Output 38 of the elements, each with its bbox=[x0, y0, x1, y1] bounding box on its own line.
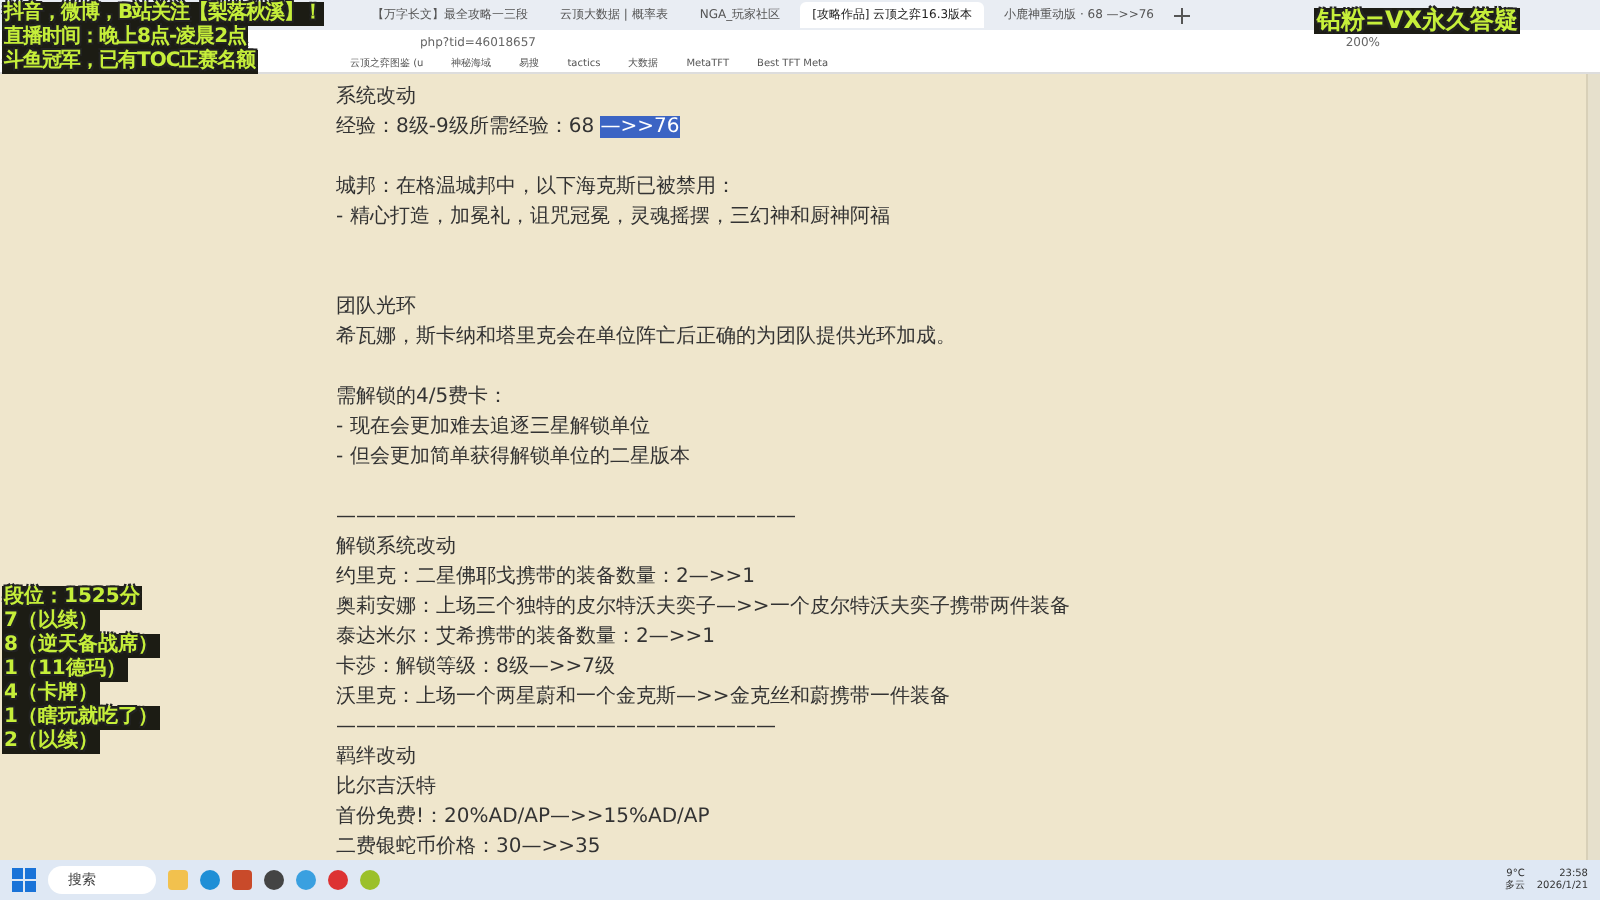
rank-overlay-text: 7（以续） bbox=[2, 610, 100, 634]
windows-start-icon[interactable] bbox=[12, 868, 36, 892]
article-text: 卡莎：解锁等级：8级—>>7级 bbox=[336, 656, 615, 678]
article-text: - 现在会更加难去追逐三星解锁单位 bbox=[336, 416, 650, 438]
selected-text: —>>76 bbox=[600, 116, 680, 138]
article-text: 泰达米尔：艾希携带的装备数量：2—>>1 bbox=[336, 626, 715, 648]
browser-icon[interactable] bbox=[200, 870, 220, 890]
article-text: 城邦：在格温城邦中，以下海克斯已被禁用： bbox=[336, 176, 736, 198]
new-tab-icon[interactable] bbox=[1174, 7, 1190, 23]
article-text: —————————————————————— bbox=[336, 716, 776, 738]
article-text: 希瓦娜，斯卡纳和塔里克会在单位阵亡后正确的为团队提供光环加成。 bbox=[336, 326, 956, 348]
article-text: 团队光环 bbox=[336, 296, 416, 318]
article-text: 系统改动 bbox=[336, 86, 416, 108]
article-text: 羁绊改动 bbox=[336, 746, 416, 768]
article-text: 二费银蛇币价格：30—>>35 bbox=[336, 836, 601, 858]
article-text: 经验：8级-9级所需经验：68 bbox=[336, 116, 597, 138]
stream-overlay-text: 直播时间：晚上8点-凌晨2点 bbox=[2, 26, 249, 50]
article-text: 解锁系统改动 bbox=[336, 536, 456, 558]
stream-overlay-text: 抖音，微博，B站关注【梨落秋溪】！ bbox=[2, 2, 325, 26]
browser-icon[interactable] bbox=[296, 870, 316, 890]
article-text: - 但会更加简单获得解锁单位的二星版本 bbox=[336, 446, 690, 468]
rank-overlay-text: 1（瞎玩就吃了） bbox=[2, 706, 160, 730]
stream-overlay-text: 斗鱼冠军，已有TOC正赛名额 bbox=[2, 50, 258, 74]
rank-overlay-text: 2（以续） bbox=[2, 730, 100, 754]
article-text: - 精心打造，加冕礼，诅咒冠冕，灵魂摇摆，三幻神和厨神阿福 bbox=[336, 206, 890, 228]
scrollbar[interactable] bbox=[1586, 74, 1600, 860]
rank-overlay-text: 4（卡牌） bbox=[2, 682, 100, 706]
stream-overlay-text: 钻粉=VX永久答疑 bbox=[1314, 8, 1520, 34]
article-text: 沃里克：上场一个两星蔚和一个金克斯—>>金克丝和蔚携带一件装备 bbox=[336, 686, 950, 708]
article-text: 奥莉安娜：上场三个独特的皮尔特沃夫奕子—>>一个皮尔特沃夫奕子携带两件装备 bbox=[336, 596, 1070, 618]
rank-overlay-text: 8（逆天备战席） bbox=[2, 634, 160, 658]
article-text: 比尔吉沃特 bbox=[336, 776, 436, 798]
rank-overlay-text: 段位：1525分 bbox=[2, 586, 142, 610]
article-text: 约里克：二星佛耶戈携带的装备数量：2—>>1 bbox=[336, 566, 755, 588]
article-text: ——————————————————————— bbox=[336, 506, 796, 528]
rank-overlay-text: 1（11德玛） bbox=[2, 658, 128, 682]
article-text: 需解锁的4/5费卡： bbox=[336, 386, 509, 408]
article-text: 首份免费!：20%AD/AP—>>15%AD/AP bbox=[336, 806, 710, 828]
